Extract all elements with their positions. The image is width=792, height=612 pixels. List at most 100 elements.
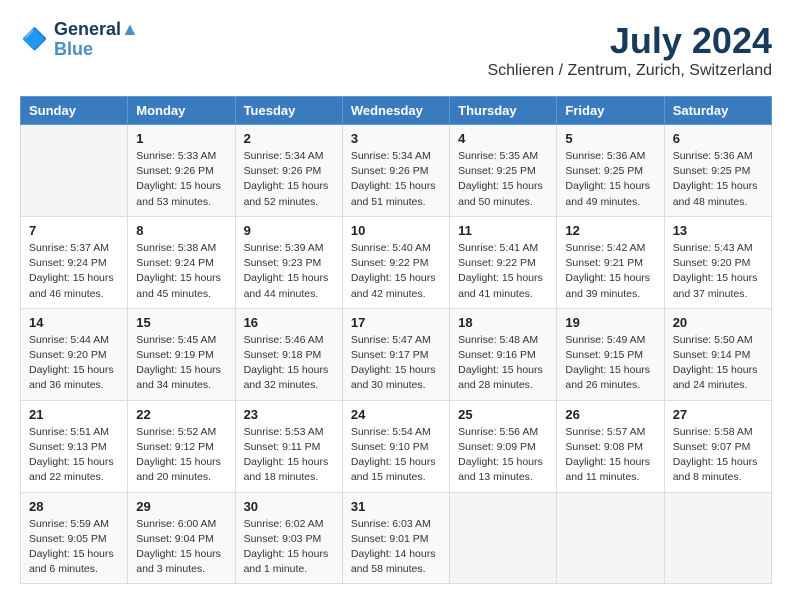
calendar-cell: 10 Sunrise: 5:40 AM Sunset: 9:22 PM Dayli… bbox=[342, 216, 449, 308]
calendar-header-tuesday: Tuesday bbox=[235, 97, 342, 125]
calendar-cell: 4Sunrise: 5:35 AM Sunset: 9:25 PM Daylig… bbox=[450, 125, 557, 217]
calendar-cell: 2 Sunrise: 5:34 AM Sunset: 9:26 PM Daylig… bbox=[235, 125, 342, 217]
location-subtitle: Schlieren / Zentrum, Zurich, Switzerland bbox=[487, 62, 772, 80]
day-info: Sunrise: 5:34 AM Sunset: 9:26 PM Dayligh… bbox=[351, 149, 441, 210]
calendar-cell: 3 Sunrise: 5:34 AM Sunset: 9:26 PM Daylig… bbox=[342, 125, 449, 217]
day-number: 13 bbox=[673, 223, 763, 238]
calendar-cell: 22 Sunrise: 5:52 AM Sunset: 9:12 PM Dayli… bbox=[128, 400, 235, 492]
calendar-cell: 15 Sunrise: 5:45 AM Sunset: 9:19 PM Dayli… bbox=[128, 308, 235, 400]
day-number: 10 bbox=[351, 223, 441, 238]
calendar-cell: 6 Sunrise: 5:36 AM Sunset: 9:25 PM Daylig… bbox=[664, 125, 771, 217]
day-info: Sunrise: 5:59 AM Sunset: 9:05 PM Dayligh… bbox=[29, 517, 119, 578]
calendar-cell: 9Sunrise: 5:39 AM Sunset: 9:23 PM Daylig… bbox=[235, 216, 342, 308]
day-number: 4 bbox=[458, 131, 548, 146]
calendar-cell: 11 Sunrise: 5:41 AM Sunset: 9:22 PM Dayli… bbox=[450, 216, 557, 308]
day-info: Sunrise: 5:37 AM Sunset: 9:24 PM Dayligh… bbox=[29, 241, 119, 302]
calendar-cell: 8 Sunrise: 5:38 AM Sunset: 9:24 PM Daylig… bbox=[128, 216, 235, 308]
day-number: 17 bbox=[351, 315, 441, 330]
svg-text:🔷: 🔷 bbox=[22, 26, 48, 51]
title-section: July 2024 Schlieren / Zentrum, Zurich, S… bbox=[487, 20, 772, 80]
day-info: Sunrise: 5:43 AM Sunset: 9:20 PM Dayligh… bbox=[673, 241, 763, 302]
day-number: 29 bbox=[136, 499, 226, 514]
day-number: 28 bbox=[29, 499, 119, 514]
calendar-cell bbox=[664, 492, 771, 584]
day-info: Sunrise: 5:36 AM Sunset: 9:25 PM Dayligh… bbox=[565, 149, 655, 210]
day-info: Sunrise: 5:36 AM Sunset: 9:25 PM Dayligh… bbox=[673, 149, 763, 210]
calendar-cell: 26Sunrise: 5:57 AM Sunset: 9:08 PM Dayli… bbox=[557, 400, 664, 492]
day-number: 21 bbox=[29, 407, 119, 422]
day-info: Sunrise: 6:00 AM Sunset: 9:04 PM Dayligh… bbox=[136, 517, 226, 578]
calendar-cell: 27Sunrise: 5:58 AM Sunset: 9:07 PM Dayli… bbox=[664, 400, 771, 492]
calendar-cell: 30 Sunrise: 6:02 AM Sunset: 9:03 PM Dayli… bbox=[235, 492, 342, 584]
calendar-cell: 24 Sunrise: 5:54 AM Sunset: 9:10 PM Dayli… bbox=[342, 400, 449, 492]
calendar-cell: 21 Sunrise: 5:51 AM Sunset: 9:13 PM Dayli… bbox=[21, 400, 128, 492]
day-info: Sunrise: 5:44 AM Sunset: 9:20 PM Dayligh… bbox=[29, 333, 119, 394]
calendar-cell: 16Sunrise: 5:46 AM Sunset: 9:18 PM Dayli… bbox=[235, 308, 342, 400]
day-info: Sunrise: 5:41 AM Sunset: 9:22 PM Dayligh… bbox=[458, 241, 548, 302]
day-number: 22 bbox=[136, 407, 226, 422]
day-info: Sunrise: 5:47 AM Sunset: 9:17 PM Dayligh… bbox=[351, 333, 441, 394]
day-info: Sunrise: 5:42 AM Sunset: 9:21 PM Dayligh… bbox=[565, 241, 655, 302]
day-number: 19 bbox=[565, 315, 655, 330]
logo-icon: 🔷 bbox=[20, 25, 50, 55]
calendar-header-row: SundayMondayTuesdayWednesdayThursdayFrid… bbox=[21, 97, 772, 125]
calendar-header-thursday: Thursday bbox=[450, 97, 557, 125]
day-number: 2 bbox=[244, 131, 334, 146]
day-info: Sunrise: 6:03 AM Sunset: 9:01 PM Dayligh… bbox=[351, 517, 441, 578]
calendar-cell: 23 Sunrise: 5:53 AM Sunset: 9:11 PM Dayli… bbox=[235, 400, 342, 492]
day-info: Sunrise: 5:38 AM Sunset: 9:24 PM Dayligh… bbox=[136, 241, 226, 302]
day-number: 6 bbox=[673, 131, 763, 146]
day-number: 5 bbox=[565, 131, 655, 146]
day-info: Sunrise: 6:02 AM Sunset: 9:03 PM Dayligh… bbox=[244, 517, 334, 578]
day-info: Sunrise: 5:45 AM Sunset: 9:19 PM Dayligh… bbox=[136, 333, 226, 394]
calendar-header-friday: Friday bbox=[557, 97, 664, 125]
day-number: 7 bbox=[29, 223, 119, 238]
calendar-cell: 7 Sunrise: 5:37 AM Sunset: 9:24 PM Daylig… bbox=[21, 216, 128, 308]
calendar-header-wednesday: Wednesday bbox=[342, 97, 449, 125]
day-info: Sunrise: 5:57 AM Sunset: 9:08 PM Dayligh… bbox=[565, 425, 655, 486]
calendar-week-row: 28 Sunrise: 5:59 AM Sunset: 9:05 PM Dayli… bbox=[21, 492, 772, 584]
calendar-week-row: 7 Sunrise: 5:37 AM Sunset: 9:24 PM Daylig… bbox=[21, 216, 772, 308]
calendar-cell: 19 Sunrise: 5:49 AM Sunset: 9:15 PM Dayli… bbox=[557, 308, 664, 400]
day-info: Sunrise: 5:51 AM Sunset: 9:13 PM Dayligh… bbox=[29, 425, 119, 486]
day-number: 18 bbox=[458, 315, 548, 330]
logo-text: General▲ Blue bbox=[54, 20, 139, 60]
calendar-cell: 17 Sunrise: 5:47 AM Sunset: 9:17 PM Dayli… bbox=[342, 308, 449, 400]
day-info: Sunrise: 5:52 AM Sunset: 9:12 PM Dayligh… bbox=[136, 425, 226, 486]
day-number: 23 bbox=[244, 407, 334, 422]
day-info: Sunrise: 5:54 AM Sunset: 9:10 PM Dayligh… bbox=[351, 425, 441, 486]
day-info: Sunrise: 5:48 AM Sunset: 9:16 PM Dayligh… bbox=[458, 333, 548, 394]
day-number: 11 bbox=[458, 223, 548, 238]
calendar-cell: 29 Sunrise: 6:00 AM Sunset: 9:04 PM Dayli… bbox=[128, 492, 235, 584]
day-number: 15 bbox=[136, 315, 226, 330]
calendar-cell: 31Sunrise: 6:03 AM Sunset: 9:01 PM Dayli… bbox=[342, 492, 449, 584]
calendar-cell: 18 Sunrise: 5:48 AM Sunset: 9:16 PM Dayli… bbox=[450, 308, 557, 400]
calendar-cell: 1Sunrise: 5:33 AM Sunset: 9:26 PM Daylig… bbox=[128, 125, 235, 217]
day-info: Sunrise: 5:50 AM Sunset: 9:14 PM Dayligh… bbox=[673, 333, 763, 394]
day-info: Sunrise: 5:34 AM Sunset: 9:26 PM Dayligh… bbox=[244, 149, 334, 210]
month-year-title: July 2024 bbox=[487, 20, 772, 62]
calendar-cell: 28 Sunrise: 5:59 AM Sunset: 9:05 PM Dayli… bbox=[21, 492, 128, 584]
day-number: 3 bbox=[351, 131, 441, 146]
calendar-header-sunday: Sunday bbox=[21, 97, 128, 125]
day-info: Sunrise: 5:33 AM Sunset: 9:26 PM Dayligh… bbox=[136, 149, 226, 210]
calendar-cell: 20Sunrise: 5:50 AM Sunset: 9:14 PM Dayli… bbox=[664, 308, 771, 400]
day-number: 9 bbox=[244, 223, 334, 238]
day-number: 8 bbox=[136, 223, 226, 238]
calendar-week-row: 14 Sunrise: 5:44 AM Sunset: 9:20 PM Dayli… bbox=[21, 308, 772, 400]
day-info: Sunrise: 5:40 AM Sunset: 9:22 PM Dayligh… bbox=[351, 241, 441, 302]
day-number: 24 bbox=[351, 407, 441, 422]
day-info: Sunrise: 5:53 AM Sunset: 9:11 PM Dayligh… bbox=[244, 425, 334, 486]
calendar-cell: 13 Sunrise: 5:43 AM Sunset: 9:20 PM Dayli… bbox=[664, 216, 771, 308]
calendar-week-row: 21 Sunrise: 5:51 AM Sunset: 9:13 PM Dayli… bbox=[21, 400, 772, 492]
calendar-cell bbox=[450, 492, 557, 584]
day-number: 12 bbox=[565, 223, 655, 238]
calendar-cell: 5 Sunrise: 5:36 AM Sunset: 9:25 PM Daylig… bbox=[557, 125, 664, 217]
calendar-table: SundayMondayTuesdayWednesdayThursdayFrid… bbox=[20, 96, 772, 584]
day-number: 30 bbox=[244, 499, 334, 514]
day-number: 14 bbox=[29, 315, 119, 330]
calendar-cell bbox=[557, 492, 664, 584]
day-info: Sunrise: 5:49 AM Sunset: 9:15 PM Dayligh… bbox=[565, 333, 655, 394]
logo: 🔷 General▲ Blue bbox=[20, 20, 139, 60]
calendar-week-row: 1Sunrise: 5:33 AM Sunset: 9:26 PM Daylig… bbox=[21, 125, 772, 217]
